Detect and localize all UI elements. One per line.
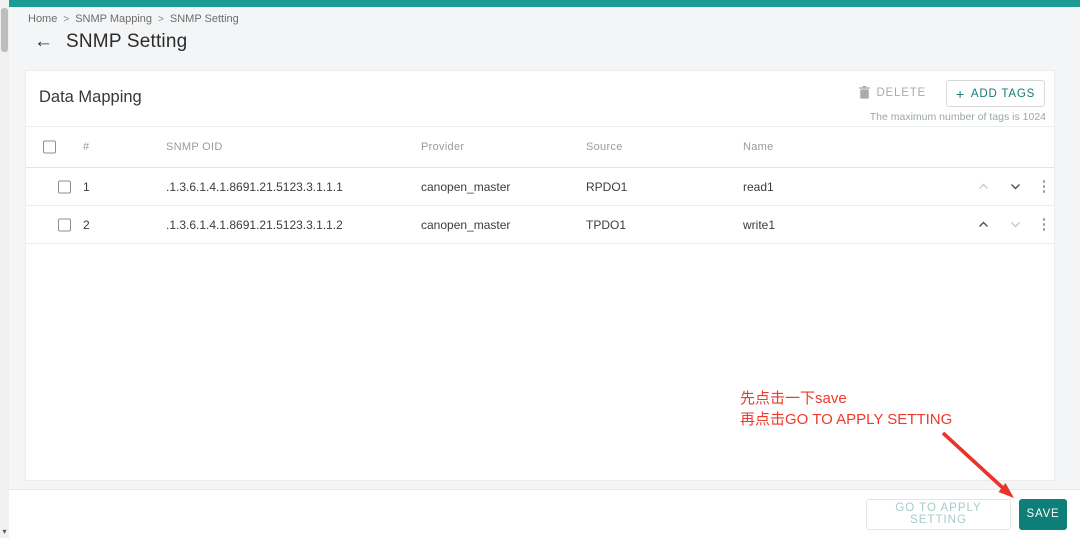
row-provider: canopen_master [421,217,511,232]
card-title: Data Mapping [39,88,142,106]
row-num: 1 [83,179,90,194]
column-header-num: # [83,141,90,153]
breadcrumb-separator-icon: > [158,13,164,25]
row-source: TPDO1 [586,217,627,232]
add-tags-button[interactable]: + ADD TAGS [946,80,1045,107]
add-tags-button-label: ADD TAGS [970,87,1036,100]
column-header-source: Source [586,141,623,153]
select-all-checkbox[interactable] [43,140,56,154]
move-up-icon[interactable] [974,216,992,234]
breadcrumb-snmp-mapping[interactable]: SNMP Mapping [75,13,152,25]
max-tags-note: The maximum number of tags is 1024 [869,111,1046,123]
annotation-line-1: 先点击一下save [740,390,847,407]
column-header-provider: Provider [421,141,465,153]
row-name: write1 [743,217,776,232]
plus-icon: + [955,85,965,102]
move-down-icon[interactable] [1006,178,1024,196]
delete-button[interactable]: DELETE [859,86,926,99]
move-up-icon [974,178,992,196]
trash-icon [859,86,871,99]
table-header-row: # SNMP OID Provider Source Name [26,127,1054,168]
save-button[interactable]: SAVE [1019,498,1067,530]
footer-action-bar: GO TO APPLY SETTING SAVE [9,489,1080,538]
row-menu-kebab-icon[interactable] [1036,178,1052,196]
left-scrollbar[interactable]: ▾ [0,0,9,538]
move-down-icon [1006,216,1024,234]
row-checkbox[interactable] [58,218,71,231]
breadcrumb-home[interactable]: Home [28,13,57,25]
row-source: RPDO1 [586,179,628,194]
breadcrumb-snmp-setting: SNMP Setting [169,13,239,25]
column-header-snmp-oid: SNMP OID [166,141,223,153]
row-provider: canopen_master [421,179,511,194]
scrollbar-down-arrow-icon[interactable]: ▾ [0,528,9,536]
row-snmp-oid: .1.3.6.1.4.1.8691.21.5123.3.1.1.2 [166,217,343,232]
breadcrumb-separator-icon: > [63,13,70,25]
delete-button-label: DELETE [876,86,926,99]
row-name: read1 [743,179,774,194]
table-row: 2 .1.3.6.1.4.1.8691.21.5123.3.1.1.2 cano… [26,206,1054,244]
row-num: 2 [83,217,90,232]
back-arrow-icon[interactable]: ← [34,31,53,53]
row-menu-kebab-icon[interactable] [1036,216,1052,234]
page-header: ← SNMP Setting [34,31,187,53]
page-title: SNMP Setting [66,31,188,52]
table-row: 1 .1.3.6.1.4.1.8691.21.5123.3.1.1.1 cano… [26,168,1054,206]
row-snmp-oid: .1.3.6.1.4.1.8691.21.5123.3.1.1.1 [166,179,343,194]
scrollbar-thumb[interactable] [1,8,8,52]
top-accent-bar [9,0,1080,7]
annotation-line-2: 再点击GO TO APPLY SETTING [740,411,953,428]
go-to-apply-setting-button[interactable]: GO TO APPLY SETTING [866,498,1011,530]
row-checkbox[interactable] [58,180,71,193]
breadcrumb: Home > SNMP Mapping > SNMP Setting [28,13,239,25]
red-annotation-text: 先点击一下save 再点击GO TO APPLY SETTING [740,388,952,430]
column-header-name: Name [743,141,774,153]
